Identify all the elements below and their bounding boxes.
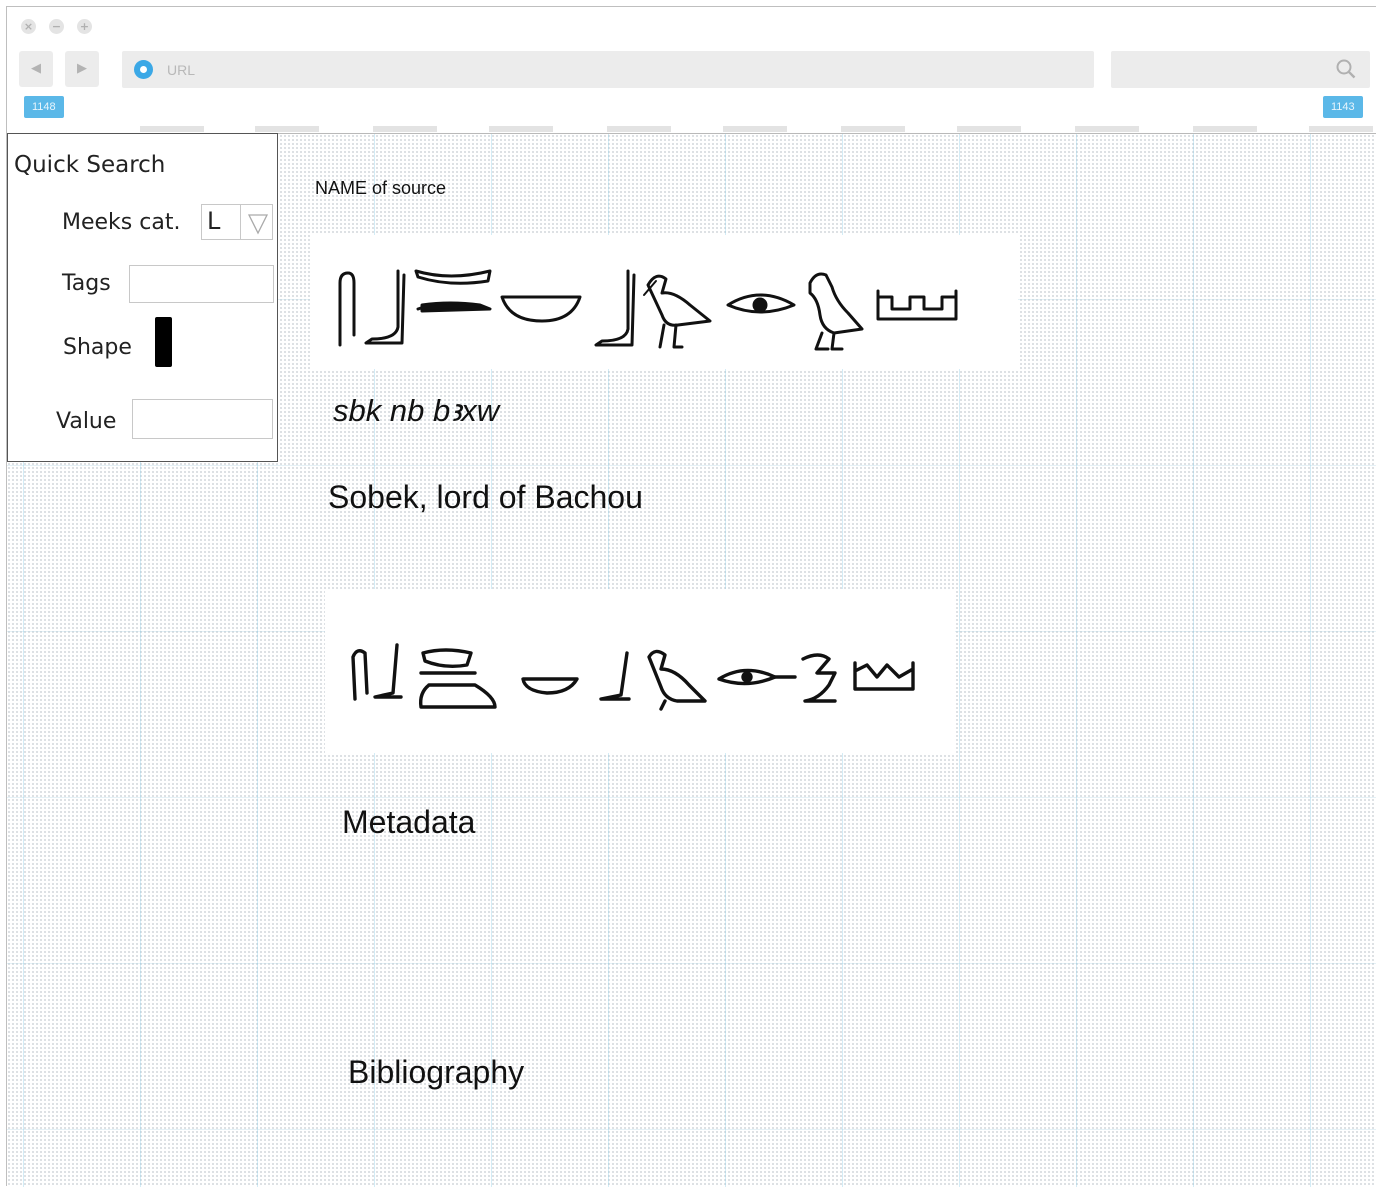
minimize-window-icon[interactable]: − — [49, 19, 64, 34]
translation: Sobek, lord of Bachou — [328, 479, 643, 515]
meeks-cat-label: Meeks cat. — [62, 210, 181, 235]
browser-toolbar: × − + ◀ ▶ URL 1148 1143 — [7, 7, 1376, 134]
source-name: NAME of source — [315, 178, 447, 198]
shape-label: Shape — [63, 335, 132, 360]
search-icon[interactable] — [1336, 59, 1356, 79]
meeks-cat-value: L — [207, 207, 221, 235]
browser-window: × − + ◀ ▶ URL 1148 1143 Quick Search Mee… — [6, 6, 1376, 1187]
value-input[interactable] — [132, 399, 273, 439]
transliteration: sbk nb bꜣxw — [333, 393, 500, 428]
quick-search-title: Quick Search — [14, 152, 166, 178]
hieroglyph-image-standard — [310, 235, 1018, 369]
meeks-cat-select[interactable]: L — [201, 204, 273, 240]
close-window-icon[interactable]: × — [21, 19, 36, 34]
value-label: Value — [56, 409, 117, 434]
maximize-window-icon[interactable]: + — [77, 19, 92, 34]
forward-button[interactable]: ▶ — [65, 51, 99, 87]
quick-search-panel: Quick Search Meeks cat. L Tags Shape Val… — [7, 133, 278, 462]
tags-label: Tags — [62, 271, 111, 296]
page-tag-left: 1148 — [24, 96, 64, 118]
chevron-down-icon[interactable] — [240, 205, 273, 239]
page-tag-right: 1143 — [1323, 96, 1363, 118]
browser-search-input[interactable] — [1111, 51, 1370, 88]
site-info-icon — [134, 60, 153, 79]
back-button[interactable]: ◀ — [19, 51, 53, 87]
url-bar[interactable]: URL — [122, 51, 1094, 88]
shape-swatch[interactable] — [155, 317, 172, 367]
url-placeholder: URL — [167, 62, 196, 78]
hieroglyph-image-handwritten — [325, 589, 955, 753]
tags-input[interactable] — [129, 265, 274, 303]
bibliography-heading: Bibliography — [348, 1054, 525, 1090]
metadata-heading: Metadata — [342, 804, 476, 840]
